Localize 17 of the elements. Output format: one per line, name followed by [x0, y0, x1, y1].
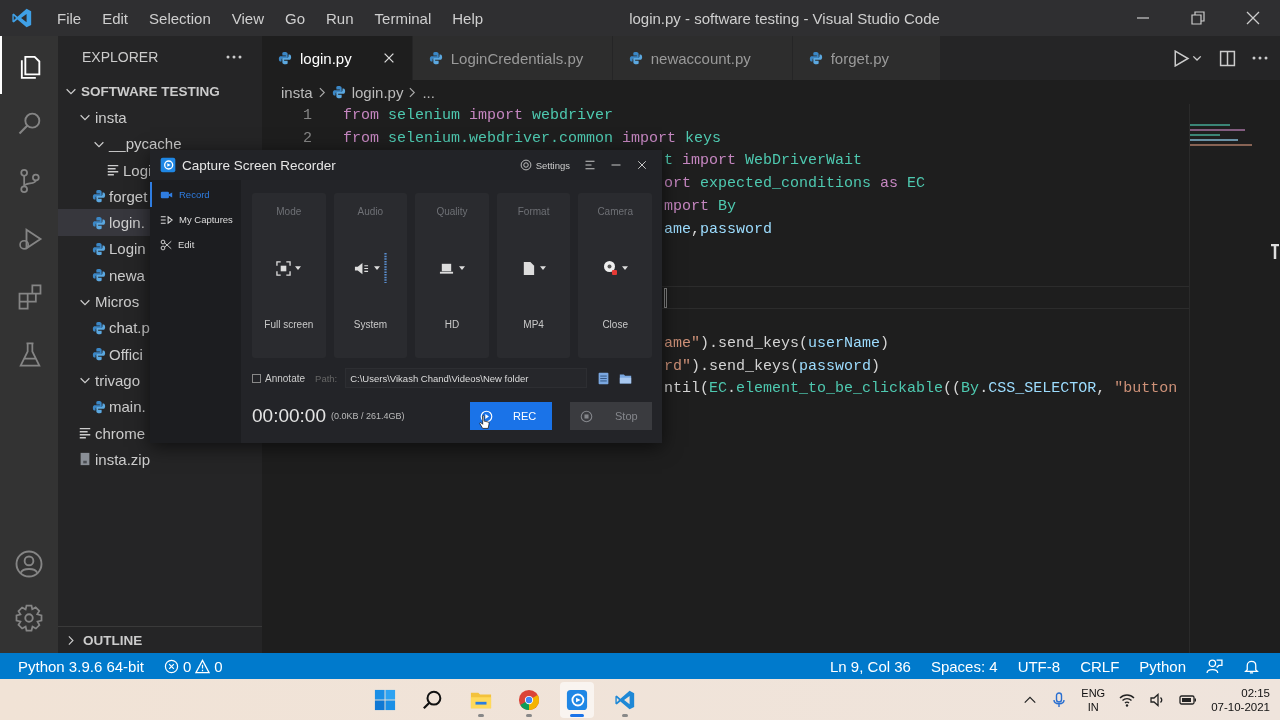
code-line: ort expected_conditions as EC [664, 175, 926, 193]
path-label: Path: [315, 372, 338, 384]
code-line: t import WebDriverWait [664, 152, 863, 170]
panel-title: EXPLORER [82, 49, 159, 65]
window-title: Capture Screen Recorder [182, 157, 336, 173]
code-line: ame,password [664, 220, 773, 238]
code-line: ntil(EC.element_to_be_clickable((By.CSS_SELECTOR, "button [664, 380, 1178, 398]
code-line: from selenium.webdriver.common import keys [343, 129, 722, 147]
code-line: ame").send_keys(userName) [664, 334, 890, 352]
window-title: login.py - software testing - Visual Studio Code [629, 9, 940, 27]
line-number: 2 [303, 129, 312, 147]
code-line: from selenium import webdriver [343, 106, 614, 124]
timer: 00:00:00 [252, 405, 326, 427]
code-line: rd").send_keys(password) [664, 357, 881, 375]
storage-size: (0.0KB / 261.4GB) [330, 411, 405, 421]
line-number: 1 [303, 106, 312, 124]
code-line: mport By [664, 198, 737, 216]
